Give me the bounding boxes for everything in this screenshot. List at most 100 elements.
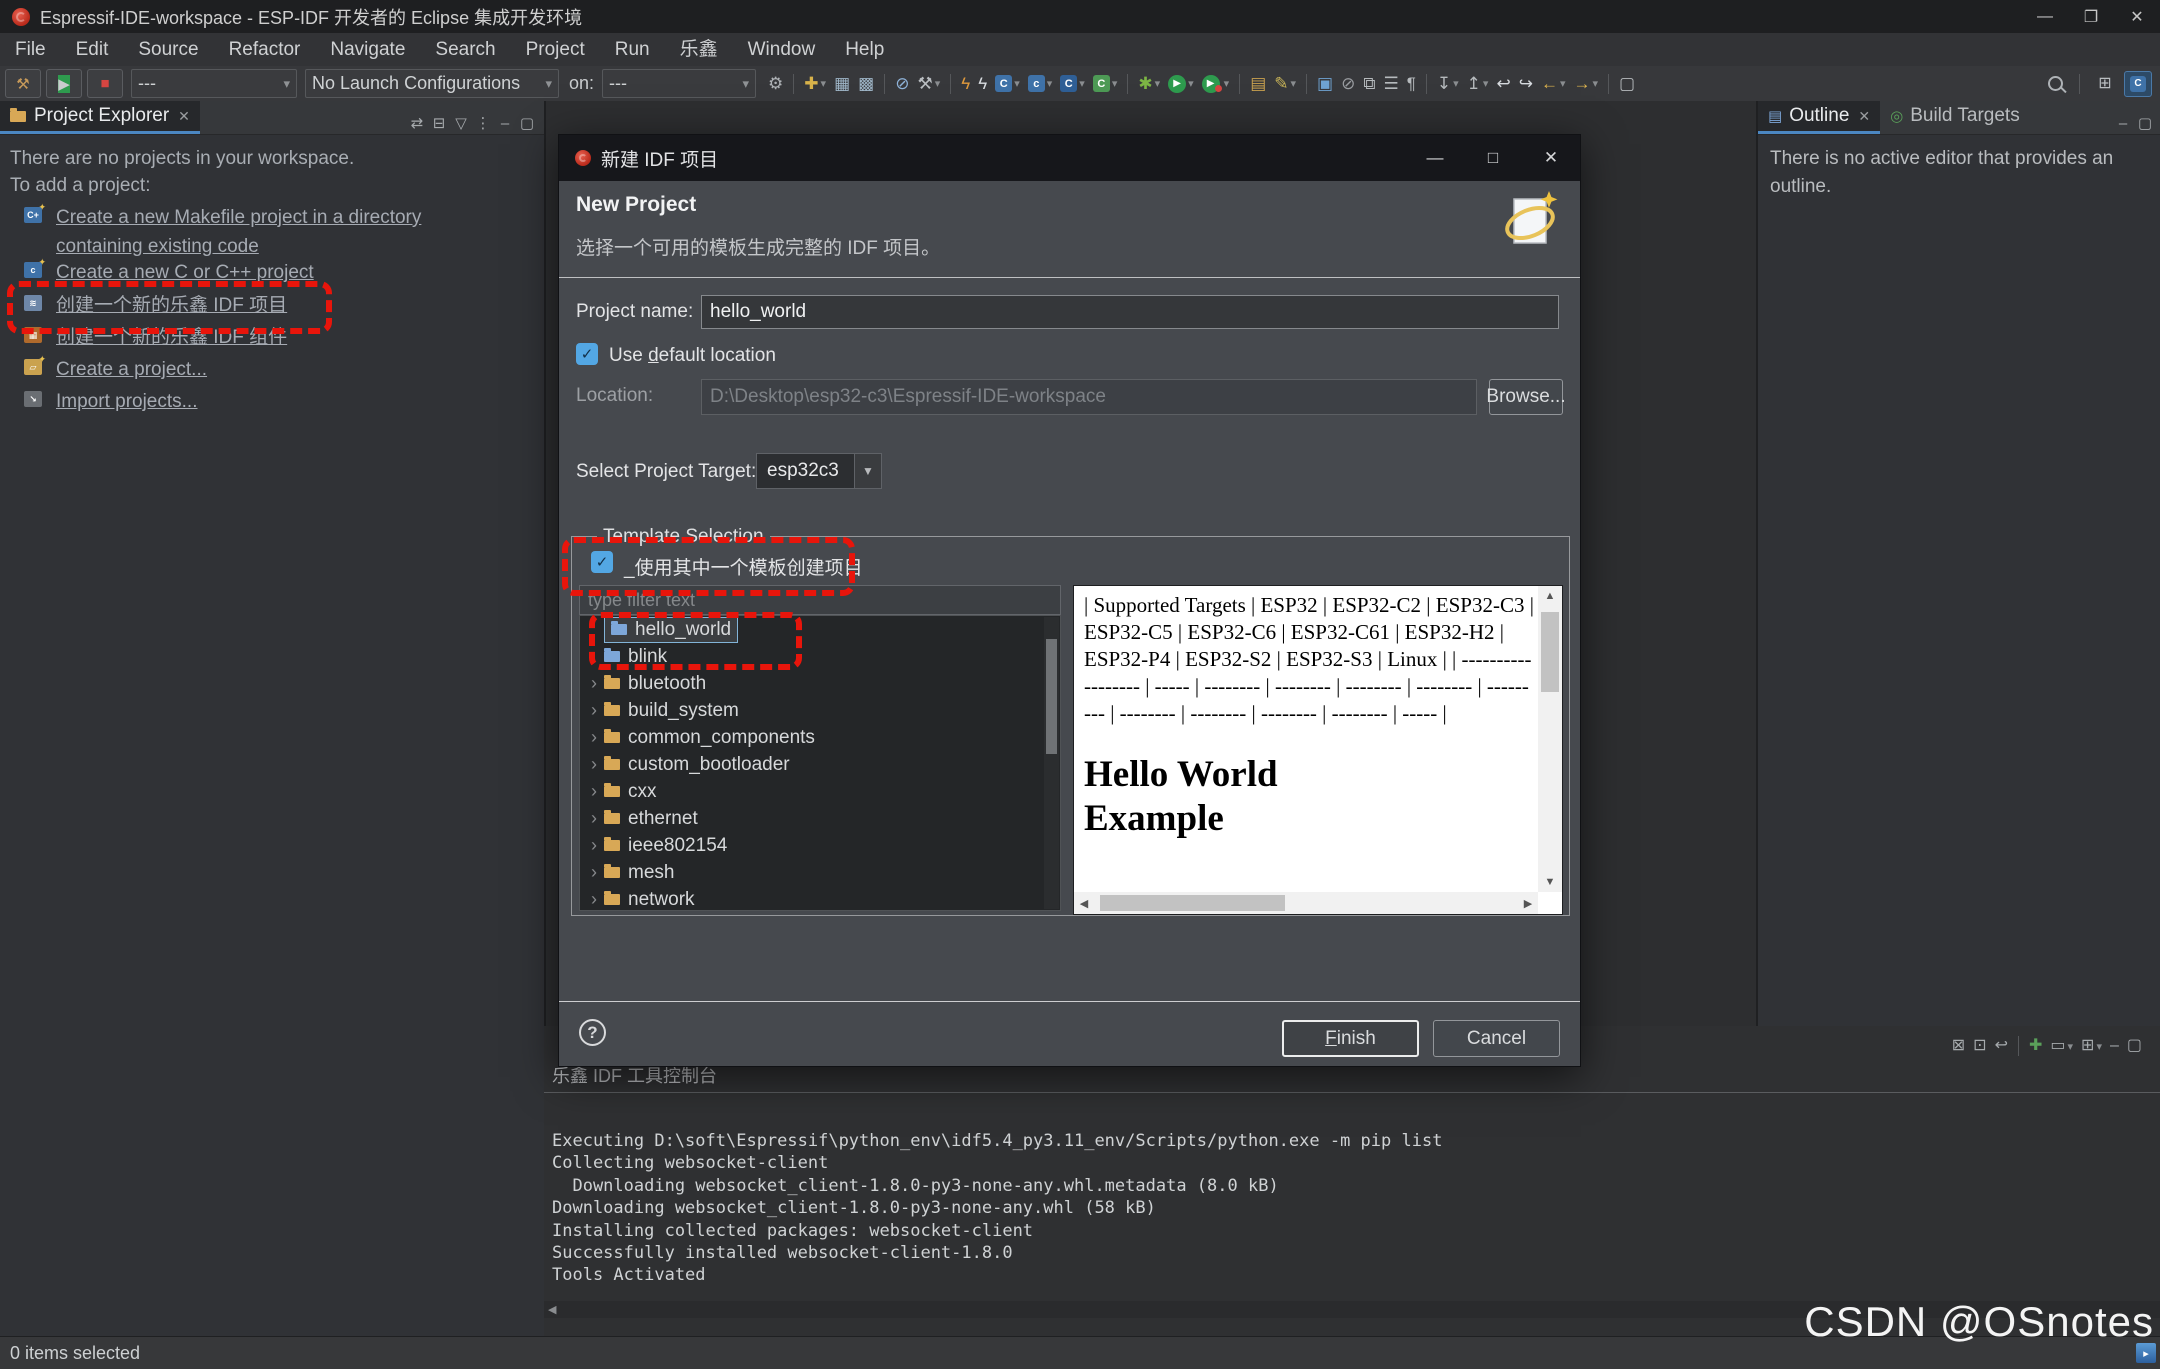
preview-hscrollbar-thumb[interactable] — [1100, 895, 1285, 911]
template-network[interactable]: ›network — [580, 886, 1060, 911]
expand-chevron-icon[interactable]: › — [584, 862, 604, 883]
expand-chevron-icon[interactable]: › — [584, 808, 604, 829]
stop-button[interactable]: ■ — [87, 69, 123, 98]
scroll-lock-icon[interactable]: ⊡ — [1970, 1034, 1989, 1058]
dialog-maximize-button[interactable]: □ — [1464, 135, 1522, 181]
window-close-button[interactable]: ✕ — [2114, 0, 2160, 33]
pilcrow-icon[interactable]: ¶ — [1404, 72, 1419, 96]
new-cpp-project-icon[interactable]: C▾ — [1090, 72, 1121, 96]
menu-Edit[interactable]: Edit — [61, 34, 124, 66]
expand-chevron-icon[interactable]: › — [584, 700, 604, 721]
menu-Help[interactable]: Help — [830, 34, 899, 66]
template-common_components[interactable]: ›common_components — [580, 724, 1060, 751]
filter-icon[interactable]: ▽ — [450, 112, 472, 134]
cpp-perspective-button[interactable]: C — [2124, 71, 2152, 97]
new-c-file-icon[interactable]: c▾ — [1025, 72, 1056, 96]
expand-chevron-icon[interactable]: › — [584, 889, 604, 910]
close-icon[interactable]: ✕ — [178, 108, 190, 125]
clear-console-icon[interactable]: ⊠ — [1949, 1034, 1968, 1058]
target-combo[interactable]: esp32c3 ▼ — [756, 453, 882, 489]
scroll-right-icon[interactable]: ▶ — [1518, 892, 1538, 914]
maximize-icon[interactable]: ▢ — [2134, 112, 2156, 134]
menu-File[interactable]: File — [0, 34, 61, 66]
tree-scrollbar[interactable] — [1044, 617, 1059, 909]
status-tray-icon[interactable]: ▸ — [2136, 1343, 2156, 1363]
open-resource-icon[interactable]: ▤ — [1247, 72, 1269, 96]
list-icon[interactable]: ☰ — [1380, 72, 1401, 96]
template-mesh[interactable]: ›mesh — [580, 859, 1060, 886]
gear-icon[interactable]: ⚙ — [765, 72, 786, 96]
expand-chevron-icon[interactable]: › — [584, 673, 604, 694]
finish-button[interactable]: Finish — [1282, 1020, 1419, 1057]
back-icon[interactable]: ↩ — [1493, 72, 1513, 96]
maximize-icon[interactable]: ▢ — [516, 112, 538, 134]
minimize-icon[interactable]: – — [2112, 112, 2134, 134]
profile-icon[interactable]: ▶▾ — [1199, 72, 1233, 96]
tab-outline[interactable]: ▤ Outline ✕ — [1758, 101, 1880, 134]
link-3[interactable]: 创建一个新的乐鑫 IDF 项目 — [56, 291, 287, 320]
prev-annotation-icon[interactable]: ↥▾ — [1464, 72, 1492, 96]
view-menu-icon[interactable]: ⋮ — [472, 112, 494, 134]
debug-icon[interactable]: ✱▾ — [1135, 72, 1163, 96]
launch-mode-combo[interactable]: No Launch Configurations ▾ — [305, 69, 559, 98]
copy-icon[interactable]: ⧉ — [1360, 72, 1378, 96]
no-entry-icon[interactable]: ⊘ — [1338, 72, 1358, 96]
idf-tool-white-icon[interactable]: ϟ — [975, 72, 990, 96]
menu-Window[interactable]: Window — [733, 34, 831, 66]
cancel-button[interactable]: Cancel — [1433, 1020, 1560, 1057]
expand-chevron-icon[interactable]: › — [584, 727, 604, 748]
menu-乐鑫[interactable]: 乐鑫 — [665, 34, 733, 66]
maximize-icon[interactable]: ▢ — [2124, 1034, 2145, 1058]
open-perspective-icon[interactable]: ⊞ — [2092, 71, 2118, 95]
forward-icon[interactable]: ↪ — [1516, 72, 1536, 96]
word-wrap-icon[interactable]: ↩ — [1992, 1034, 2011, 1058]
use-template-checkbox[interactable]: ✓ — [591, 551, 613, 573]
dialog-close-button[interactable]: ✕ — [1522, 135, 1580, 181]
expand-chevron-icon[interactable]: › — [584, 781, 604, 802]
menu-Navigate[interactable]: Navigate — [315, 34, 420, 66]
project-name-input[interactable] — [701, 295, 1559, 329]
menu-Search[interactable]: Search — [420, 34, 510, 66]
tab-build-targets[interactable]: ◎ Build Targets — [1880, 101, 2030, 134]
template-cxx[interactable]: ›cxx — [580, 778, 1060, 805]
launch-target-combo[interactable]: --- ▾ — [602, 69, 756, 98]
template-ieee802154[interactable]: ›ieee802154 — [580, 832, 1060, 859]
preview-vscrollbar[interactable]: ▲ ▼ — [1538, 586, 1562, 892]
use-default-location-checkbox[interactable]: ✓ — [576, 343, 598, 365]
menu-Run[interactable]: Run — [600, 34, 665, 66]
chevron-down-icon[interactable]: ▼ — [854, 454, 881, 488]
template-blink[interactable]: blink — [580, 643, 1060, 670]
tab-project-explorer[interactable]: Project Explorer ✕ — [0, 101, 200, 134]
template-ethernet[interactable]: ›ethernet — [580, 805, 1060, 832]
menu-Source[interactable]: Source — [123, 34, 213, 66]
link-4[interactable]: 创建一个新的乐鑫 IDF 组件 — [56, 323, 287, 352]
menu-Refactor[interactable]: Refactor — [214, 34, 316, 66]
scroll-left-icon[interactable]: ◀ — [1074, 892, 1094, 914]
open-console-icon[interactable]: ⊞▾ — [2078, 1034, 2105, 1058]
new-c-project-icon[interactable]: C▾ — [992, 72, 1023, 96]
search-icon[interactable] — [2048, 76, 2063, 91]
scroll-down-icon[interactable]: ▼ — [1538, 872, 1562, 892]
collapse-all-icon[interactable]: ⊟ — [428, 112, 450, 134]
console-view-icon[interactable]: ▣ — [1314, 72, 1336, 96]
save-icon[interactable]: ▦ — [831, 72, 853, 96]
new-wizard-icon[interactable]: ✚▾ — [801, 72, 829, 96]
new-c-class-icon[interactable]: C▾ — [1057, 72, 1088, 96]
pin-console-icon[interactable]: ✚ — [2026, 1034, 2045, 1058]
template-bluetooth[interactable]: ›bluetooth — [580, 670, 1060, 697]
template-custom_bootloader[interactable]: ›custom_bootloader — [580, 751, 1060, 778]
minimize-icon[interactable]: – — [494, 112, 516, 134]
back-history-icon[interactable]: ←▾ — [1538, 72, 1569, 96]
skip-breakpoints-icon[interactable]: ⊘ — [892, 72, 912, 96]
minimize-icon[interactable]: – — [2107, 1034, 2122, 1058]
close-icon[interactable]: ✕ — [1858, 108, 1870, 125]
window-minimize-button[interactable]: — — [2022, 0, 2068, 33]
link-6[interactable]: Import projects... — [56, 387, 198, 416]
expand-chevron-icon[interactable]: › — [584, 835, 604, 856]
idf-tool-orange-icon[interactable]: ϟ — [958, 72, 973, 96]
location-input[interactable] — [701, 379, 1477, 415]
link-2[interactable]: Create a new C or C++ project — [56, 258, 314, 287]
run-icon[interactable]: ▶▾ — [1165, 72, 1197, 96]
expand-chevron-icon[interactable]: › — [584, 754, 604, 775]
scroll-left-icon[interactable]: ◀ — [548, 1303, 556, 1316]
